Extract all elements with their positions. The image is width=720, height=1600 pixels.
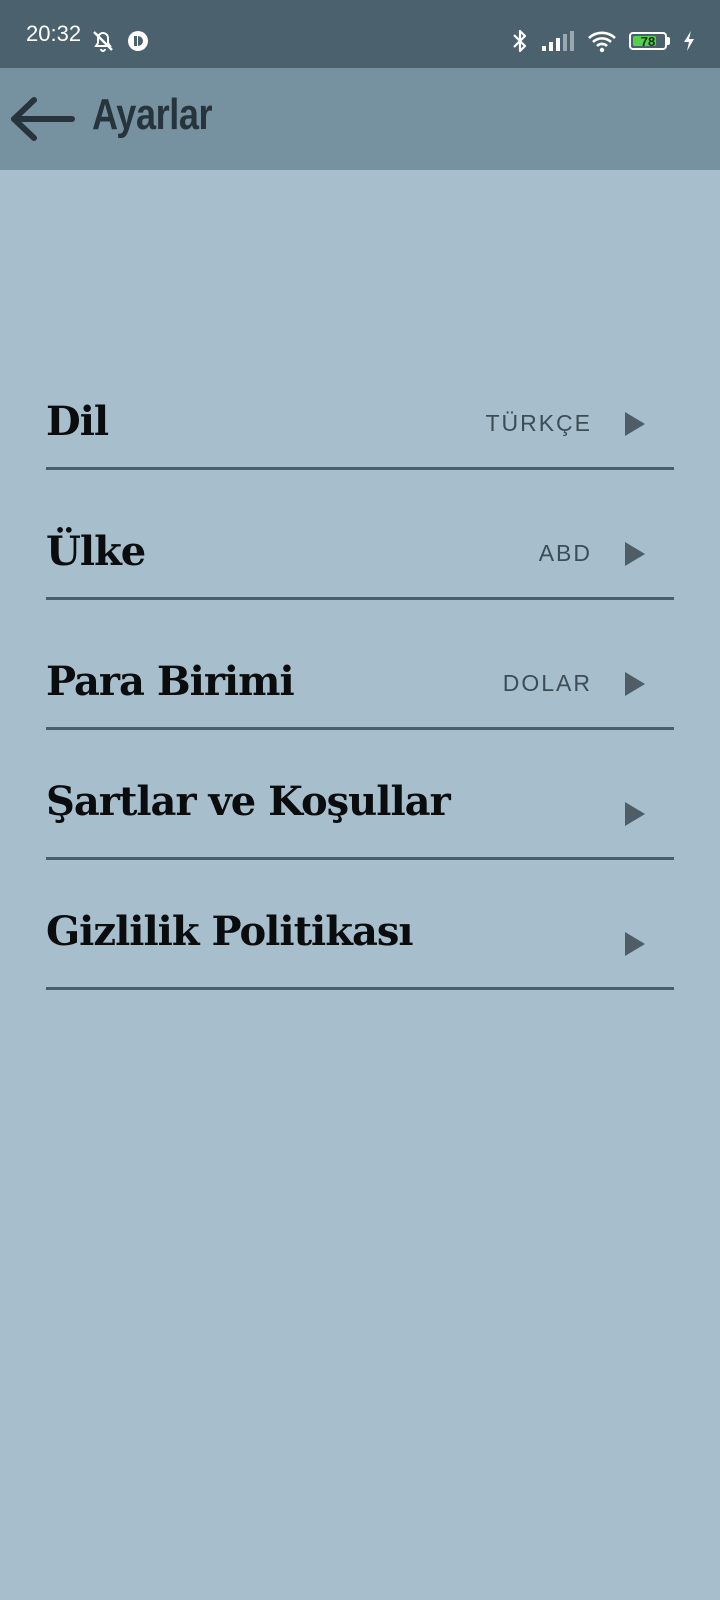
row-label: Gizlilik Politikası <box>46 908 414 955</box>
play-arrow-right-icon <box>625 412 645 436</box>
alarm-off-icon <box>93 31 113 52</box>
battery-tip <box>667 37 670 45</box>
wifi-icon <box>588 31 616 53</box>
status-right-icons: 78 <box>511 28 696 54</box>
settings-row-currency[interactable]: Para Birimi DOLAR <box>46 600 674 730</box>
settings-row-terms[interactable]: Şartlar ve Koşullar <box>46 730 674 860</box>
row-value: ABD <box>538 540 592 566</box>
row-value: TÜRKÇE <box>485 410 592 436</box>
play-arrow-right-icon <box>625 802 645 826</box>
settings-row-country[interactable]: Ülke ABD <box>46 470 674 600</box>
play-arrow-right-icon <box>625 542 645 566</box>
battery-percent: 78 <box>640 33 656 49</box>
row-label: Şartlar ve Koşullar <box>46 778 451 825</box>
battery-icon: 78 <box>629 32 667 50</box>
settings-row-privacy[interactable]: Gizlilik Politikası <box>46 860 674 990</box>
app-notification-icon <box>128 31 148 51</box>
settings-row-language[interactable]: Dil TÜRKÇE <box>46 340 674 470</box>
signal-icon <box>542 31 574 51</box>
row-label: Para Birimi <box>46 658 295 705</box>
settings-list: Dil TÜRKÇE Ülke ABD Para Birimi DOLAR Şa… <box>46 340 674 990</box>
bluetooth-icon <box>513 29 527 53</box>
back-button[interactable] <box>8 96 76 142</box>
arrow-left-icon <box>11 97 75 141</box>
app-bar: Ayarlar <box>0 68 720 170</box>
status-left-icons <box>90 28 150 54</box>
play-arrow-right-icon <box>625 932 645 956</box>
play-arrow-right-icon <box>625 672 645 696</box>
row-value: DOLAR <box>502 670 592 696</box>
row-label: Dil <box>46 398 109 445</box>
page-title: Ayarlar <box>92 90 213 139</box>
status-time: 20:32 <box>26 21 82 46</box>
row-label: Ülke <box>46 528 146 575</box>
charging-icon <box>684 31 694 51</box>
status-bar: 20:32 78 <box>0 0 720 68</box>
